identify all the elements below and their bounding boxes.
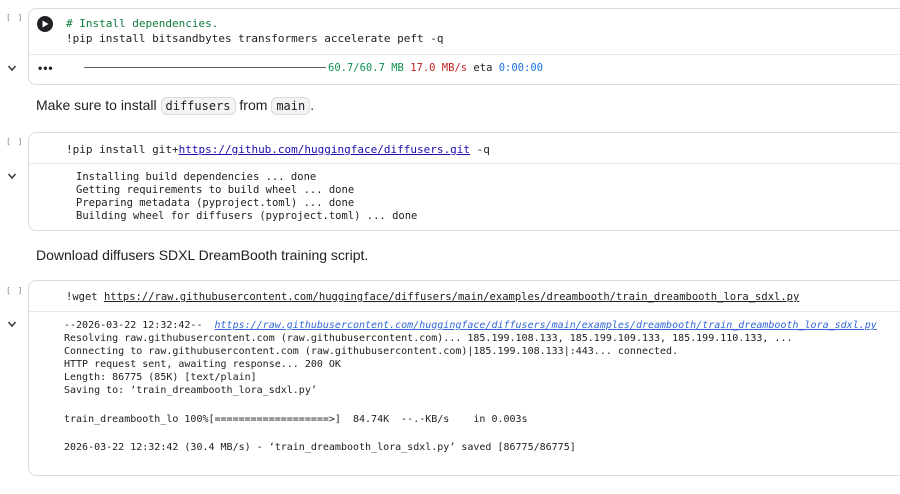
markdown-install-note: Make sure to install diffusers from main… [36, 97, 315, 115]
exec-count-cell3: [ ] [6, 286, 24, 295]
chevron-down-icon[interactable] [6, 318, 18, 330]
progress-speed: 17.0 MB/s [410, 62, 468, 74]
progress-bar [84, 67, 326, 68]
code-text: !pip install git+ [66, 143, 179, 156]
cell-output-divider [29, 311, 900, 312]
code-text: -q [470, 143, 490, 156]
markdown-download-note: Download diffusers SDXL DreamBooth train… [36, 247, 369, 263]
code-line: !pip install bitsandbytes transformers a… [66, 32, 444, 45]
progress-eta: 0:00:00 [498, 62, 543, 74]
play-icon [42, 20, 49, 28]
output-url-link[interactable]: https://raw.githubusercontent.com/huggin… [215, 320, 877, 331]
progress-size: 60.7/60.7 MB [328, 62, 404, 74]
code-line: !pip install git+https://github.com/hugg… [66, 143, 490, 156]
pip-progress-output: 60.7/60.7 MB 17.0 MB/s eta 0:00:00 [328, 62, 543, 75]
output-line: 2026-03-22 12:32:42 (30.4 MB/s) - ‘train… [64, 442, 576, 453]
output-line: train_dreambooth_lo 100%[===============… [64, 414, 528, 425]
output-line: Building wheel for diffusers (pyproject.… [76, 210, 418, 222]
exec-count-cell2: [ ] [6, 137, 24, 146]
code-url-link[interactable]: https://raw.githubusercontent.com/huggin… [104, 291, 799, 303]
output-line: Resolving raw.githubusercontent.com (raw… [64, 333, 793, 344]
output-line: Saving to: ‘train_dreambooth_lora_sdxl.p… [64, 385, 317, 396]
run-cell-button[interactable] [37, 16, 53, 32]
code-text: !wget [66, 291, 104, 303]
output-line: Length: 86775 (85K) [text/plain] [64, 372, 257, 383]
inline-code: main [271, 97, 311, 115]
output-line: Installing build dependencies ... done [76, 171, 317, 183]
output-line: Getting requirements to build wheel ... … [76, 184, 355, 196]
output-line: --2026-03-22 12:32:42-- https://raw.gith… [64, 319, 877, 332]
output-line: Preparing metadata (pyproject.toml) ... … [76, 197, 355, 209]
inline-code: diffusers [160, 97, 236, 115]
md-text: Make sure to install [36, 97, 161, 113]
exec-count-cell1: [ ] [6, 13, 24, 22]
more-options-icon[interactable]: ••• [38, 61, 54, 75]
output-line: HTTP request sent, awaiting response... … [64, 359, 341, 370]
md-text: . [310, 97, 315, 113]
chevron-down-icon[interactable] [6, 62, 18, 74]
cell-output-divider [29, 163, 900, 164]
cell-output-divider [29, 54, 900, 55]
output-line: Connecting to raw.githubusercontent.com … [64, 346, 679, 357]
chevron-down-icon[interactable] [6, 170, 18, 182]
progress-eta-label: eta [473, 62, 493, 74]
md-text: from [235, 97, 272, 113]
code-url-link[interactable]: https://github.com/huggingface/diffusers… [179, 143, 470, 156]
code-comment: # Install dependencies. [66, 17, 219, 30]
code-line: !wget https://raw.githubusercontent.com/… [66, 291, 799, 304]
output-text: --2026-03-22 12:32:42-- [64, 320, 215, 331]
